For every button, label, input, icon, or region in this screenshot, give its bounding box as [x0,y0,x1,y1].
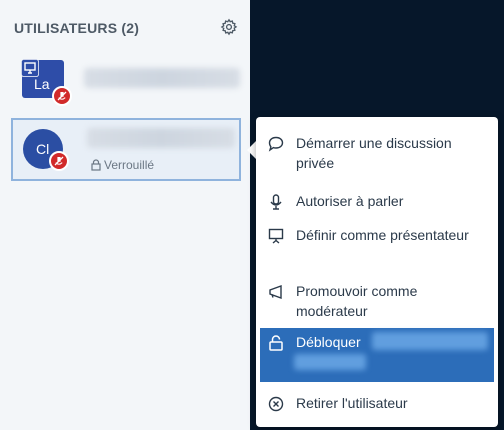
avatar-initials: La [34,76,50,92]
menu-item-make-presenter[interactable]: Définir comme présentateur [256,225,498,269]
menu-item-unlock[interactable]: Débloquer [260,328,494,382]
menu-item-label: Définir comme présentateur [296,227,469,243]
user-actions-menu: Démarrer une discussion privée Autoriser… [256,117,498,427]
unlock-icon [269,335,283,351]
chat-bubble-icon [268,136,284,152]
lock-icon [91,159,101,171]
megaphone-icon [269,285,282,299]
gear-icon[interactable] [220,18,238,36]
avatar-initials: Cl [36,141,50,157]
user-name-redacted [84,68,240,88]
menu-item-private-chat[interactable]: Démarrer une discussion privée [256,133,498,179]
user-name-redacted [294,354,366,370]
user-name-redacted [372,332,488,350]
locked-label: Verrouillé [104,158,155,172]
avatar: Cl [23,129,69,171]
menu-item-remove-user[interactable]: Retirer l'utilisateur [256,393,498,415]
users-sidebar: UTILISATEURS (2) La Cl Verrouillé [0,0,250,430]
locked-status: Verrouillé [90,158,154,172]
menu-item-label: Autoriser à parler [296,193,404,209]
users-panel-title: UTILISATEURS (2) [14,20,140,36]
menu-item-label: Démarrer une discussion privée [296,135,452,171]
muted-mic-icon [52,86,72,106]
menu-item-label: Promouvoir comme modérateur [296,283,418,319]
presenter-icon [21,59,39,77]
user-list-item[interactable]: La [14,56,240,106]
microphone-icon [270,194,282,210]
menu-item-allow-speak[interactable]: Autoriser à parler [256,191,498,213]
menu-item-label: Retirer l'utilisateur [296,395,408,411]
avatar: La [21,59,72,106]
menu-item-promote-moderator[interactable]: Promouvoir comme modérateur [256,281,498,325]
muted-mic-icon [49,151,69,171]
user-list-item-selected[interactable]: Cl Verrouillé [11,118,241,181]
user-name-redacted [87,128,235,148]
presentation-icon [268,228,284,244]
remove-icon [268,396,284,412]
